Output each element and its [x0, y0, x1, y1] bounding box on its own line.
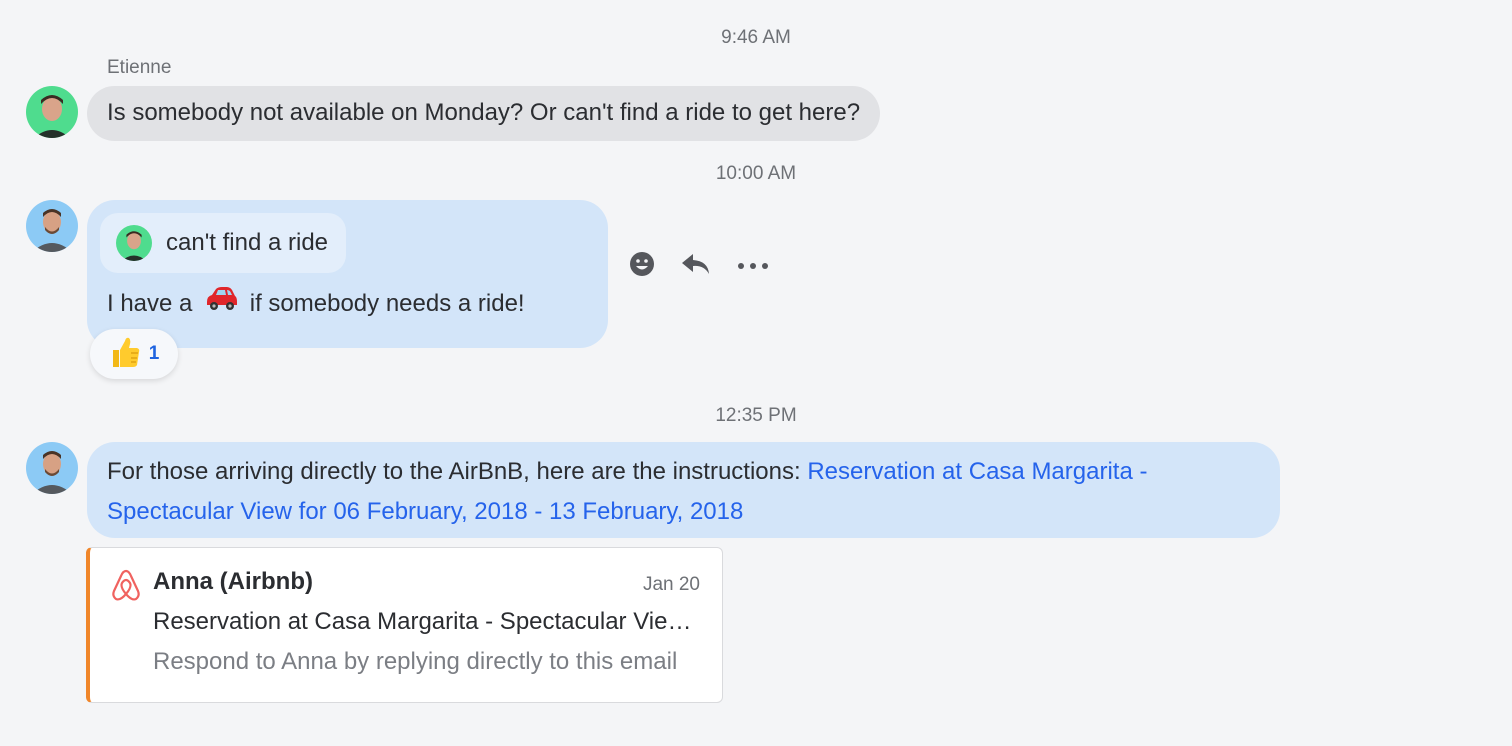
sender-name: Etienne: [107, 57, 172, 78]
message-text: For those arriving directly to the AirBn…: [107, 458, 808, 485]
text-after: if somebody needs a ride!: [249, 290, 525, 317]
quoted-message[interactable]: can't find a ride: [100, 213, 347, 273]
quoted-text: can't find a ride: [166, 229, 329, 256]
timestamp: 10:00 AM: [715, 163, 797, 184]
message-bubble[interactable]: can't find a ride I have a if somebody n…: [87, 200, 608, 348]
car-emoji-icon: [203, 284, 239, 325]
add-reaction-icon[interactable]: [628, 250, 656, 283]
message-text: I have a if somebody needs a ride!: [107, 284, 525, 325]
avatar-user[interactable]: [26, 200, 78, 252]
message-bubble[interactable]: Is somebody not available on Monday? Or …: [87, 86, 881, 141]
avatar-etienne: [116, 225, 152, 261]
message-bubble[interactable]: For those arriving directly to the AirBn…: [87, 442, 1280, 538]
email-sender: Anna (Airbnb): [153, 568, 313, 595]
text-before: I have a: [107, 290, 193, 317]
avatar-user[interactable]: [26, 442, 78, 494]
reply-icon[interactable]: [680, 250, 712, 283]
reaction-count: 1: [148, 343, 160, 364]
email-date: Jan 20: [642, 574, 700, 595]
email-preview: Respond to Anna by replying directly to …: [153, 648, 678, 675]
message-actions: [628, 250, 770, 283]
thumbs-up-icon: [109, 335, 141, 374]
more-options-icon[interactable]: [736, 258, 770, 276]
airbnb-logo-icon: [110, 568, 142, 607]
timestamp: 12:35 PM: [715, 405, 797, 426]
timestamp: 9:46 AM: [721, 27, 791, 48]
email-subject: Reservation at Casa Margarita - Spectacu…: [153, 608, 703, 635]
reaction-thumbs-up[interactable]: 1: [90, 329, 178, 379]
avatar-etienne[interactable]: [26, 86, 78, 138]
email-attachment-card[interactable]: Anna (Airbnb) Jan 20 Reservation at Casa…: [86, 547, 723, 703]
